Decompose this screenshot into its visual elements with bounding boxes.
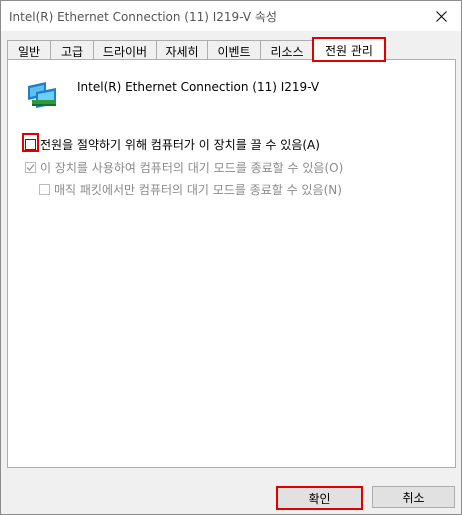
allow-turn-off-option[interactable]: 전원을 절약하기 위해 컴퓨터가 이 장치를 끌 수 있음(A) — [25, 136, 320, 153]
allow-wake-checkbox[interactable] — [25, 162, 36, 173]
tab-power-management[interactable]: 전원 관리 — [312, 37, 386, 62]
window-title: Intel(R) Ethernet Connection (11) I219-V… — [9, 10, 277, 24]
device-name: Intel(R) Ethernet Connection (11) I219-V — [77, 80, 320, 94]
title-bar: Intel(R) Ethernet Connection (11) I219-V… — [1, 1, 461, 31]
tab-resources[interactable]: 리소스 — [260, 40, 314, 61]
tab-general[interactable]: 일반 — [7, 40, 51, 61]
properties-dialog: Intel(R) Ethernet Connection (11) I219-V… — [0, 0, 462, 515]
tab-strip: 일반 고급 드라이버 자세히 이벤트 리소스 전원 관리 — [7, 37, 386, 62]
close-button[interactable] — [421, 1, 461, 31]
tab-events[interactable]: 이벤트 — [207, 40, 261, 61]
close-icon — [435, 10, 447, 22]
magic-packet-label: 매직 패킷에서만 컴퓨터의 대기 모드를 종료할 수 있음(N) — [54, 183, 342, 197]
allow-turn-off-checkbox[interactable] — [25, 139, 36, 150]
ok-button[interactable]: 확인 — [276, 486, 363, 510]
allow-wake-option[interactable]: 이 장치를 사용하여 컴퓨터의 대기 모드를 종료할 수 있음(O) — [25, 159, 343, 176]
cancel-button[interactable]: 취소 — [372, 486, 455, 508]
magic-packet-checkbox[interactable] — [39, 184, 50, 195]
checkmark-icon — [26, 164, 35, 171]
allow-turn-off-label: 전원을 절약하기 위해 컴퓨터가 이 장치를 끌 수 있음(A) — [40, 138, 320, 152]
allow-wake-label: 이 장치를 사용하여 컴퓨터의 대기 모드를 종료할 수 있음(O) — [40, 161, 344, 175]
magic-packet-option[interactable]: 매직 패킷에서만 컴퓨터의 대기 모드를 종료할 수 있음(N) — [39, 181, 342, 198]
tab-advanced[interactable]: 고급 — [50, 40, 94, 61]
tab-driver[interactable]: 드라이버 — [93, 40, 157, 61]
network-adapter-icon — [28, 82, 56, 108]
power-management-panel: Intel(R) Ethernet Connection (11) I219-V… — [7, 59, 456, 468]
tab-details[interactable]: 자세히 — [156, 40, 208, 61]
